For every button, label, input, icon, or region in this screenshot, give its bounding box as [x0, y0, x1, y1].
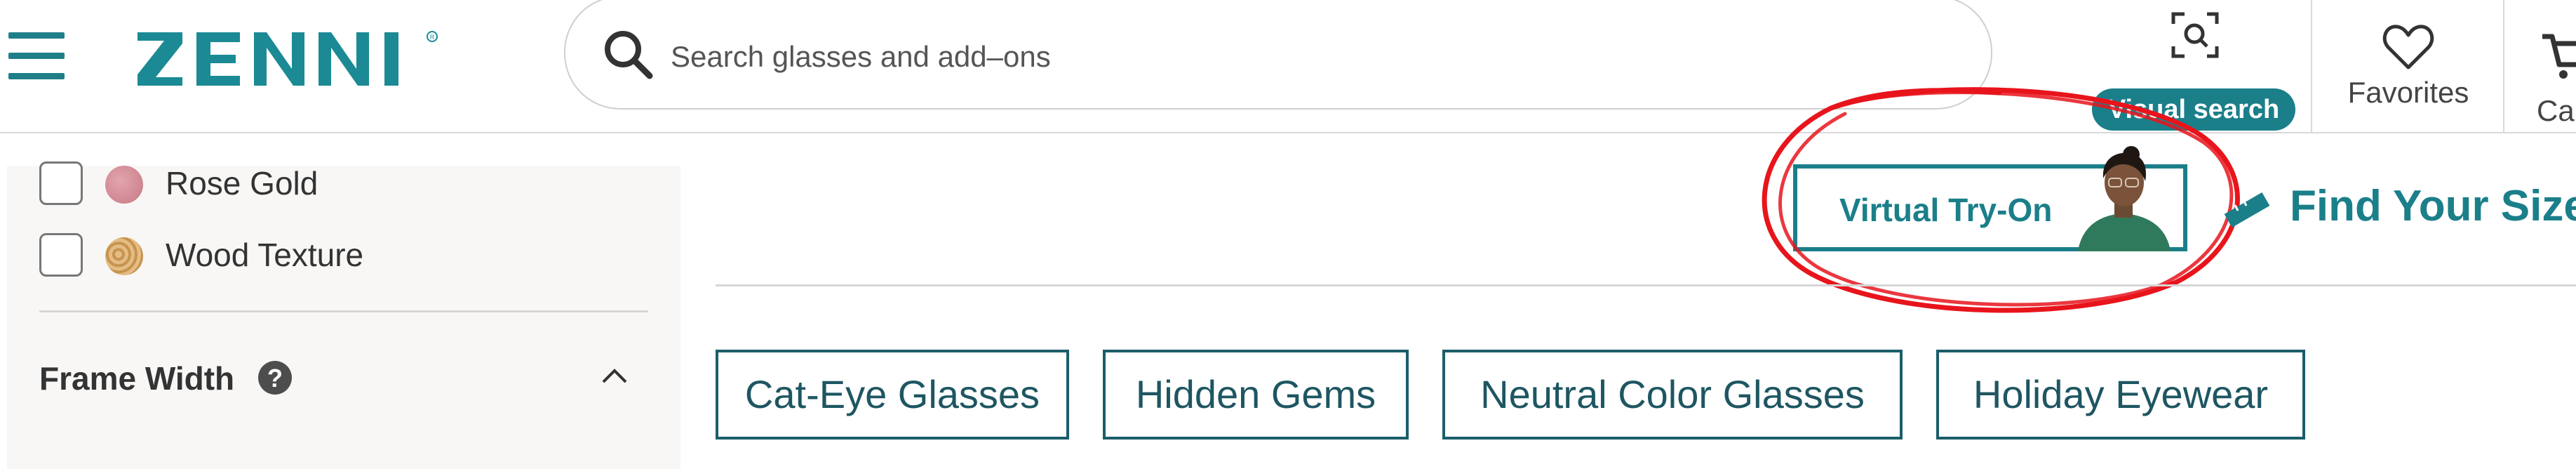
find-your-size-label: Find Your Size [2290, 182, 2576, 230]
cart-icon [2542, 34, 2576, 79]
site-header: R Visual search Favorites Cart [0, 0, 2576, 133]
model-photo [2078, 146, 2171, 251]
checkbox[interactable] [39, 233, 83, 277]
menu-icon[interactable] [8, 32, 65, 80]
virtual-try-on-label: Virtual Try-On [1839, 192, 2053, 228]
color-swatch-rose-gold [105, 166, 143, 204]
frame-width-section-header[interactable]: Frame Width ? [39, 357, 657, 406]
filter-sidebar: Rose Gold Wood Texture Frame Width ? [7, 161, 680, 469]
filter-option-label: Rose Gold [166, 165, 318, 202]
cart-button[interactable]: Cart [2514, 14, 2576, 127]
color-swatch-wood-texture [105, 237, 143, 275]
virtual-try-on-button[interactable]: Virtual Try-On [1793, 146, 2187, 251]
filter-option-wood-texture[interactable]: Wood Texture [39, 233, 657, 282]
tag-holiday-eyewear[interactable]: Holiday Eyewear [1936, 350, 2305, 440]
favorites-label: Favorites [2347, 76, 2469, 109]
header-divider [2311, 0, 2312, 132]
checkbox[interactable] [39, 161, 83, 205]
zenni-logo[interactable]: R [137, 27, 446, 88]
filter-option-rose-gold[interactable]: Rose Gold [39, 161, 657, 211]
visual-search-button[interactable]: Visual search [2092, 10, 2295, 131]
heart-icon [2382, 25, 2434, 70]
find-your-size-link[interactable]: Find Your Size [2222, 177, 2576, 240]
cart-label: Cart [2537, 94, 2576, 127]
content-divider [716, 284, 2576, 286]
ruler-icon [2224, 192, 2270, 228]
help-icon[interactable]: ? [258, 361, 292, 395]
search-icon[interactable] [601, 27, 657, 83]
tag-neutral-color-glasses[interactable]: Neutral Color Glasses [1442, 350, 1903, 440]
search-input[interactable] [669, 28, 1935, 86]
favorites-button[interactable]: Favorites [2315, 14, 2502, 126]
tag-cat-eye-glasses[interactable]: Cat-Eye Glasses [716, 350, 1069, 440]
frame-width-label: Frame Width [39, 360, 235, 397]
chevron-up-icon[interactable] [601, 366, 629, 385]
visual-search-label: Visual search [2092, 88, 2295, 131]
search-bar[interactable] [564, 0, 1992, 110]
tag-hidden-gems[interactable]: Hidden Gems [1103, 350, 1409, 440]
visual-search-icon [2171, 12, 2219, 58]
filter-option-label: Wood Texture [166, 237, 364, 273]
sidebar-divider [39, 310, 648, 312]
header-divider [2503, 0, 2504, 132]
svg-text:R: R [430, 34, 435, 41]
